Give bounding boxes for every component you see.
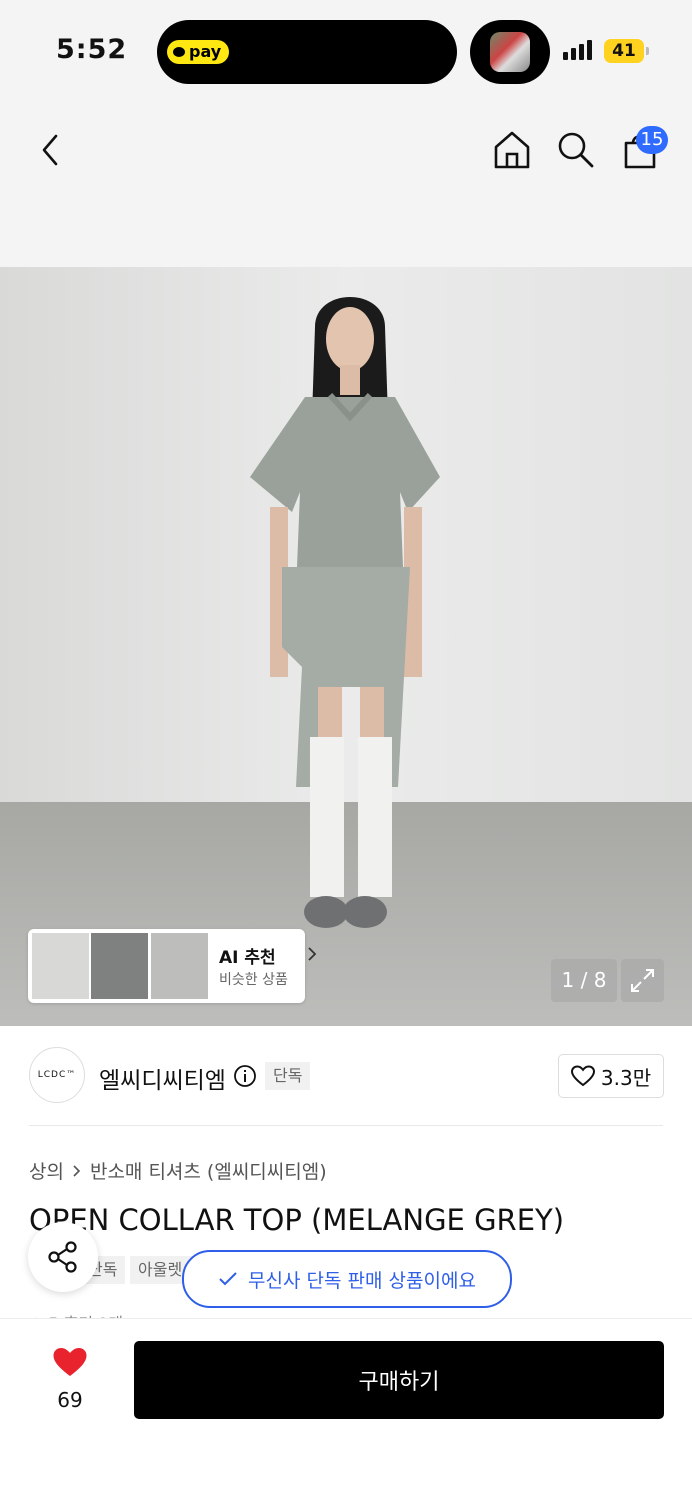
exclusive-toast: 무신사 단독 판매 상품이에요 <box>182 1250 512 1308</box>
media-thumbnail <box>490 32 530 72</box>
ai-recommend-subtitle: 비슷한 상품 <box>219 972 288 988</box>
share-icon <box>48 1241 77 1273</box>
live-activity <box>470 20 550 84</box>
chevron-right-icon <box>308 947 317 961</box>
expand-image-button[interactable] <box>621 959 664 1002</box>
kakao-pay-indicator: pay <box>167 40 230 64</box>
chevron-left-icon <box>42 134 58 166</box>
cart-count-badge: 15 <box>636 126 668 154</box>
divider <box>29 1125 663 1126</box>
breadcrumb: 상의 반소매 티셔츠 (엘씨디씨티엠) <box>29 1157 327 1184</box>
image-counter: 1 / 8 <box>551 959 617 1002</box>
status-bar: 5:52 pay 41 <box>0 0 692 100</box>
home-icon <box>494 131 530 169</box>
wish-count: 69 <box>57 1388 83 1412</box>
chevron-right-icon <box>73 1164 81 1177</box>
breadcrumb-subcategory[interactable]: 반소매 티셔츠 (엘씨디씨티엠) <box>90 1157 327 1184</box>
buy-button[interactable]: 구매하기 <box>134 1341 664 1419</box>
heart-filled-icon <box>53 1348 87 1376</box>
wish-button[interactable] <box>50 1344 90 1380</box>
exclusive-badge: 단독 <box>265 1062 311 1090</box>
brand-like-count: 3.3만 <box>600 1065 652 1090</box>
top-nav <box>0 100 692 267</box>
breadcrumb-category[interactable]: 상의 <box>29 1157 64 1184</box>
similar-product-thumbnail <box>32 933 89 999</box>
dynamic-island: pay <box>157 20 457 84</box>
status-time: 5:52 <box>56 34 128 65</box>
search-button[interactable] <box>554 128 598 172</box>
brand-like-button[interactable]: 3.3만 <box>558 1054 664 1098</box>
ai-recommendation-card[interactable]: AI 추천 비슷한 상품 <box>28 929 317 1003</box>
info-icon[interactable] <box>233 1064 257 1088</box>
brand-name[interactable]: 엘씨디씨티엠 <box>99 1061 226 1095</box>
product-image[interactable] <box>0 267 692 1026</box>
battery-indicator: 41 <box>604 39 649 63</box>
toast-text: 무신사 단독 판매 상품이에요 <box>248 1269 476 1292</box>
pay-label: pay <box>189 42 222 61</box>
chat-bubble-icon <box>173 47 185 57</box>
ai-recommend-title: AI 추천 <box>219 948 276 968</box>
expand-icon <box>631 969 654 992</box>
home-button[interactable] <box>490 128 534 172</box>
similar-product-thumbnail <box>91 933 148 999</box>
signal-icon <box>563 40 592 60</box>
heart-outline-icon <box>570 1065 595 1087</box>
check-icon <box>219 1272 237 1286</box>
brand-logo[interactable]: LCDC™ <box>29 1047 85 1103</box>
product-title: OPEN COLLAR TOP (MELANGE GREY) <box>29 1203 565 1237</box>
back-button[interactable] <box>30 130 70 170</box>
search-icon <box>558 132 594 168</box>
model-photo <box>0 267 692 1026</box>
similar-product-thumbnail <box>151 933 208 999</box>
share-button[interactable] <box>28 1222 98 1292</box>
